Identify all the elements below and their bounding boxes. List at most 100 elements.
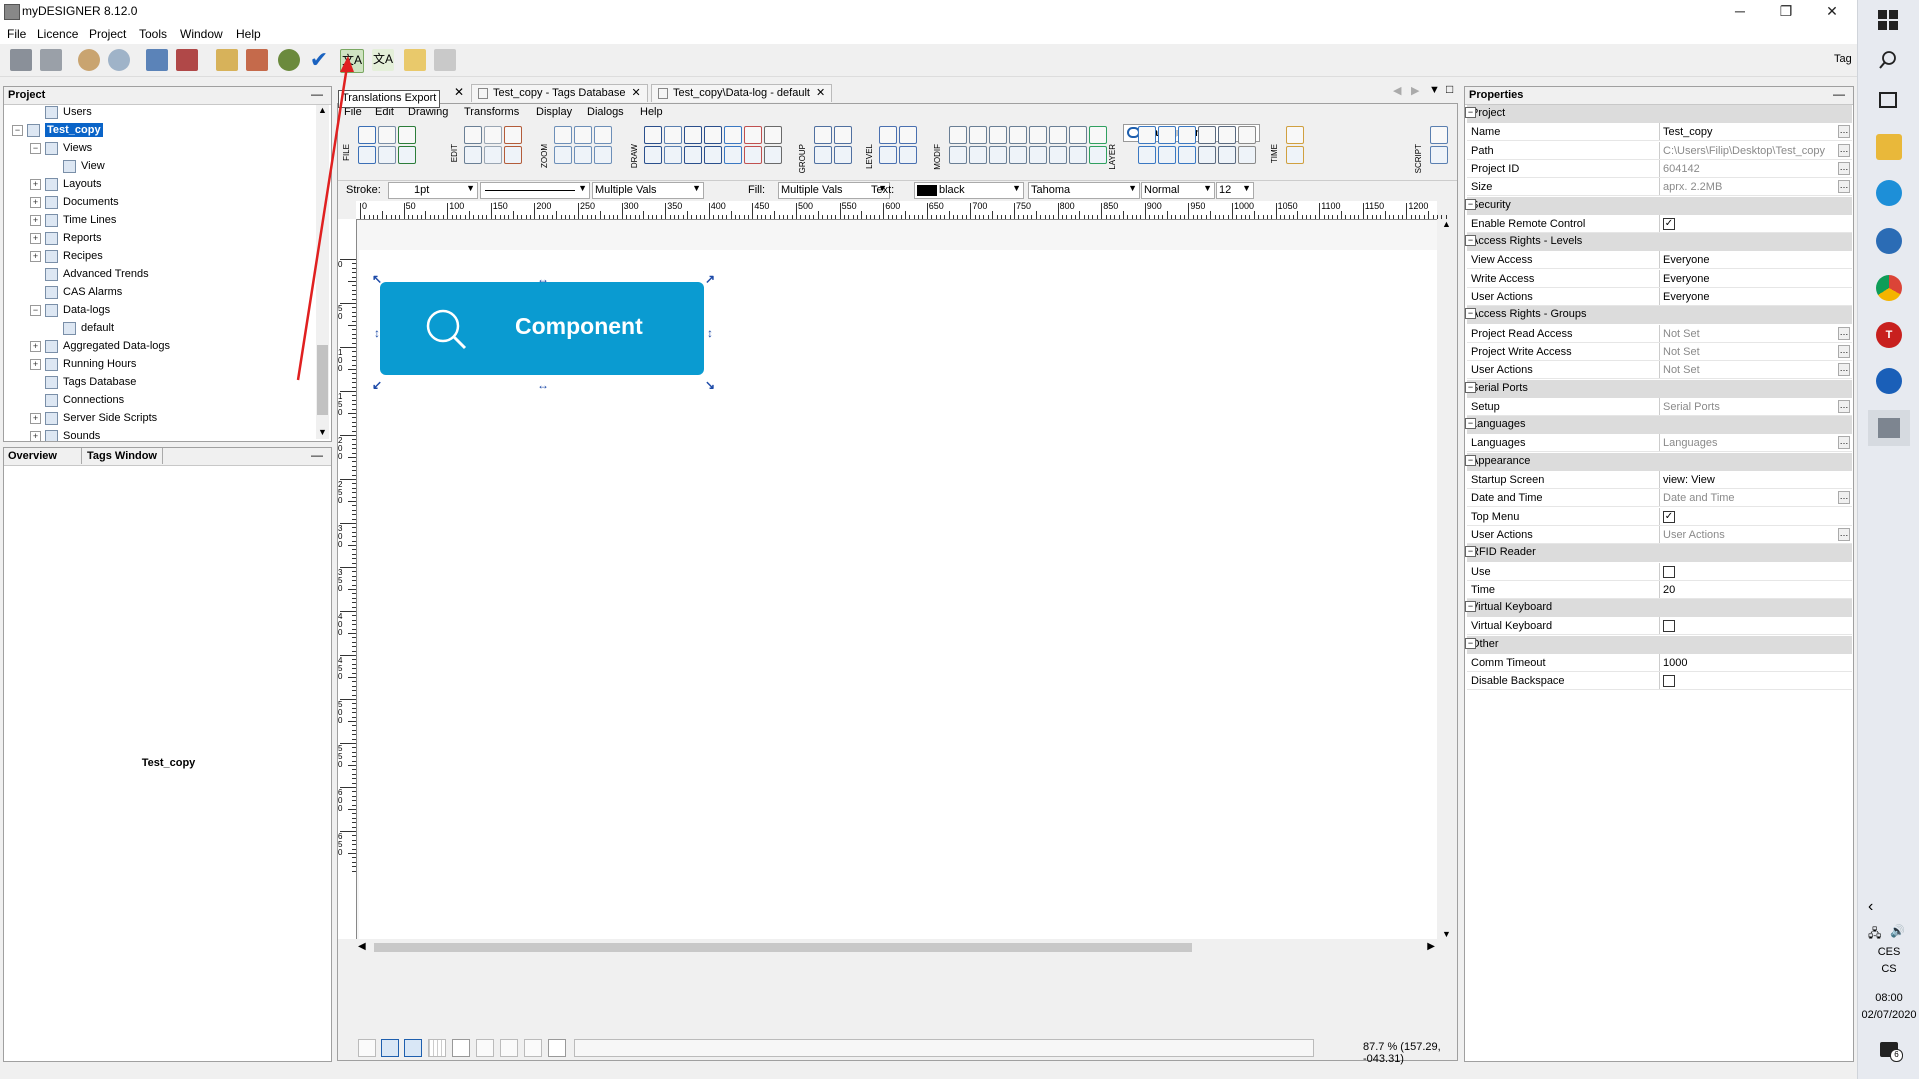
editor-tool-icon[interactable] [1238,126,1256,144]
editor-tool-icon[interactable] [724,126,742,144]
editor-tool-icon[interactable] [949,126,967,144]
tree-item[interactable]: + Documents [30,193,119,211]
editor-tool-icon[interactable] [358,126,376,144]
close-button[interactable]: ✕ [1809,0,1855,24]
property-browse-button[interactable]: … [1838,143,1850,157]
edge-icon[interactable] [1876,180,1902,206]
editor-tool-icon[interactable] [969,126,987,144]
tab-scroll-left-icon[interactable]: ◀ [1393,84,1401,97]
resize-handle-nw[interactable]: ↖ [372,273,382,285]
property-row[interactable]: Top Menu ✓ [1467,507,1852,526]
editor-tool-icon[interactable] [1138,146,1156,164]
property-checkbox[interactable] [1663,620,1675,633]
collapse-icon[interactable]: − [1465,107,1476,118]
tab-tags-window[interactable]: Tags Window [81,448,163,464]
collapse-icon[interactable]: − [30,142,41,154]
tree-item[interactable]: Tags Database [30,373,136,391]
editor-tool-icon[interactable] [744,126,762,144]
property-row[interactable]: Setup Serial Ports… [1467,397,1852,416]
tree-item[interactable]: + Running Hours [30,355,136,373]
property-checkbox[interactable]: ✓ [1663,217,1675,230]
property-browse-button[interactable]: … [1838,436,1850,450]
editor-tool-icon[interactable] [704,146,722,164]
task-view-icon[interactable] [1879,92,1897,108]
editor-tool-icon[interactable] [949,146,967,164]
property-row[interactable]: Write Access Everyone [1467,269,1852,288]
property-browse-button[interactable]: … [1838,363,1850,377]
editor-tool-icon[interactable] [464,146,482,164]
clock-time[interactable]: 08:00 [1858,992,1919,1004]
property-row[interactable]: Enable Remote Control ✓ [1467,214,1852,233]
tab-overview[interactable]: Overview [8,450,57,462]
notification-icon[interactable]: 6 [1880,1042,1903,1062]
tree-item[interactable]: default [48,319,114,337]
tab-scroll-right-icon[interactable]: ▶ [1411,84,1419,97]
editor-tool-icon[interactable] [574,126,592,144]
tree-item[interactable]: + Time Lines [30,211,116,229]
menu-tools[interactable]: Tools [139,27,167,41]
property-row[interactable]: User Actions Everyone [1467,288,1852,306]
property-browse-button[interactable]: … [1838,491,1850,505]
tab-close-icon[interactable]: ✕ [454,84,466,102]
tab-data-log-default[interactable]: Test_copy\Data-log - default ✕ [651,84,833,102]
menu-file[interactable]: File [7,27,26,41]
collapse-icon[interactable]: − [1465,454,1476,466]
editor-tool-icon[interactable] [1009,126,1027,144]
tree-item[interactable]: + Recipes [30,247,103,265]
property-category[interactable]: Project − [1465,105,1852,123]
tab-close-icon[interactable]: ✕ [631,87,640,99]
stroke-style-select[interactable]: ▼ [480,182,590,199]
editor-menu-display[interactable]: Display [536,106,572,118]
resize-handle-s[interactable]: ↔ [537,379,549,391]
expand-icon[interactable]: + [30,232,41,244]
editor-tool-icon[interactable] [594,146,612,164]
font-size-select[interactable]: 12 ▼ [1216,182,1254,199]
collapse-icon[interactable]: − [1465,546,1476,558]
resize-handle-ne[interactable]: ↗ [705,273,715,285]
editor-tool-icon[interactable] [664,146,682,164]
app-icon-dark-blue[interactable] [1876,368,1902,394]
editor-tool-icon[interactable] [378,146,396,164]
editor-tool-icon[interactable] [684,146,702,164]
property-value[interactable]: 1000 [1663,657,1687,669]
chrome-icon[interactable] [1876,275,1902,301]
resize-handle-se[interactable]: ↘ [705,379,715,391]
snap-icon[interactable] [476,1039,494,1057]
editor-tool-icon[interactable] [704,126,722,144]
property-browse-button[interactable]: … [1838,344,1850,358]
editor-tool-icon[interactable] [1069,126,1087,144]
property-category[interactable]: Serial Ports − [1465,379,1852,398]
tree-item[interactable]: − Data-logs [30,301,110,319]
editor-tool-icon[interactable] [834,126,852,144]
collapse-icon[interactable]: − [1465,381,1476,393]
text-color-select[interactable]: black ▼ [914,182,1024,199]
property-category[interactable]: Languages − [1465,416,1852,435]
menu-licence[interactable]: Licence [37,27,78,41]
resize-handle-n[interactable]: ↔ [537,273,549,285]
collapse-icon[interactable]: − [1465,601,1476,613]
expand-icon[interactable]: + [30,430,41,441]
property-row[interactable]: Size aprx. 2.2MB… [1467,178,1852,197]
collapse-icon[interactable]: − [1465,637,1476,649]
property-browse-button[interactable]: … [1838,399,1850,413]
collapse-icon[interactable]: − [12,124,23,136]
editor-tool-icon[interactable] [554,126,572,144]
active-app-highlight[interactable] [1868,410,1910,446]
menu-help[interactable]: Help [236,27,261,41]
grid-icon[interactable] [428,1039,446,1057]
editor-tool-icon[interactable] [1089,126,1107,144]
property-category[interactable]: RFID Reader − [1465,544,1852,563]
editor-tool-icon[interactable] [1286,126,1304,144]
canvas-vscrollbar[interactable]: ▲ ▼ [1439,219,1454,939]
property-value[interactable]: User Actions [1663,529,1725,541]
fit-view-icon[interactable] [404,1039,422,1057]
expand-icon[interactable]: + [30,412,41,424]
property-value[interactable]: aprx. 2.2MB [1663,181,1722,193]
editor-tool-icon[interactable] [969,146,987,164]
export-icon[interactable] [176,49,198,71]
scroll-right-icon[interactable]: ▶ [1427,941,1435,952]
property-category[interactable]: Security − [1465,196,1852,215]
property-row[interactable]: View Access Everyone [1467,251,1852,270]
property-value[interactable]: Everyone [1663,291,1709,303]
expand-icon[interactable]: + [30,214,41,226]
